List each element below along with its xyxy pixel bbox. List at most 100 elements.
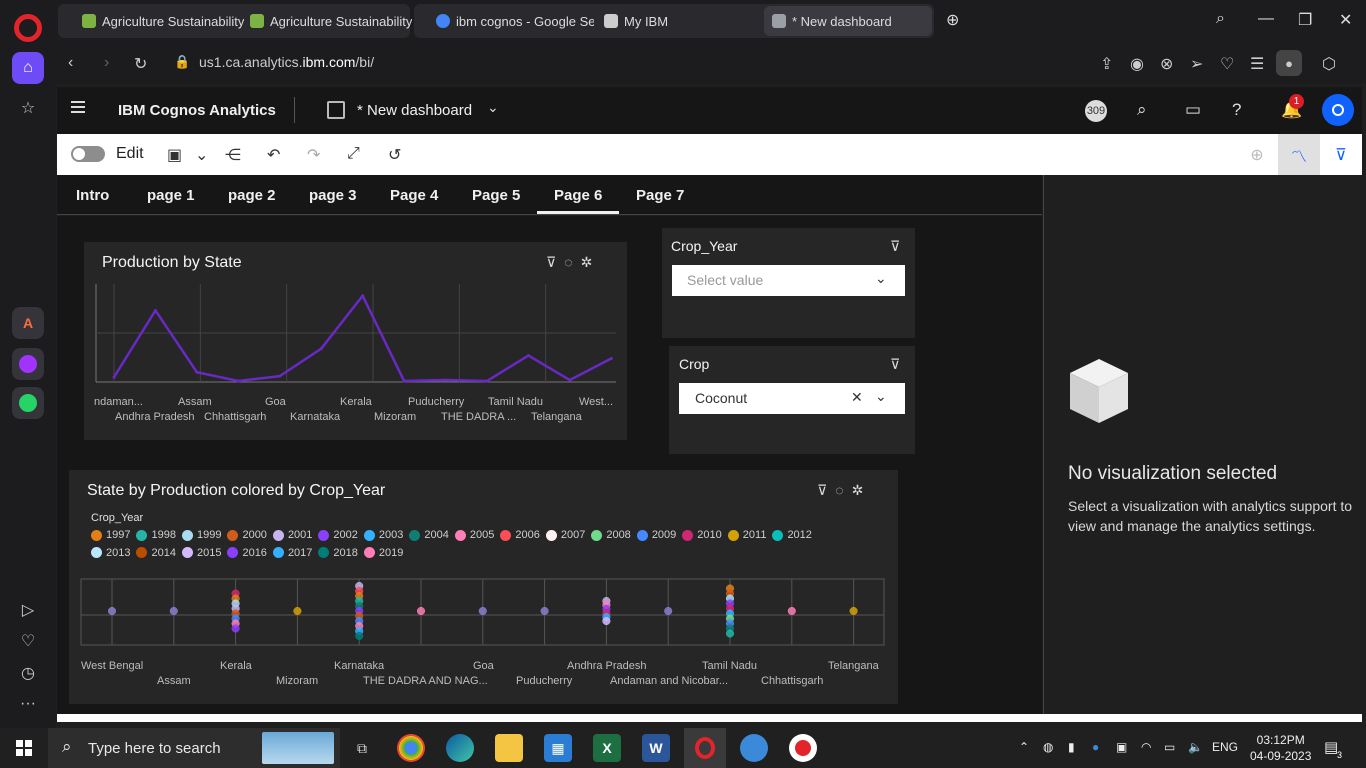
tab-intro[interactable]: Intro: [76, 187, 109, 204]
empty-state-description: Select a visualization with analytics su…: [1068, 498, 1353, 534]
windows-start-icon[interactable]: [16, 740, 32, 756]
dashboard-title[interactable]: * New dashboard: [357, 102, 472, 119]
redo-icon[interactable]: ↷: [307, 145, 320, 165]
tab-page-4[interactable]: Page 4: [390, 187, 438, 204]
zoom-icon[interactable]: ⊕: [1236, 134, 1278, 175]
history-icon[interactable]: ◷: [12, 657, 44, 689]
chat-icon[interactable]: ▭: [1185, 100, 1201, 120]
save-menu-chevron-icon[interactable]: ⌄: [195, 145, 208, 165]
filter-icon[interactable]: ⊽: [890, 356, 908, 373]
edge-icon[interactable]: [446, 734, 474, 762]
menu-icon[interactable]: [71, 101, 85, 115]
browser-tab[interactable]: ibm cognos - Google Sear: [428, 6, 594, 36]
vpn-icon[interactable]: ●: [1092, 740, 1099, 754]
edit-toggle[interactable]: [71, 146, 105, 162]
extensions-icon[interactable]: ⬡: [1322, 54, 1336, 74]
wifi-icon[interactable]: ◠: [1141, 740, 1151, 754]
clear-icon[interactable]: ✕: [851, 389, 863, 406]
horizontal-scrollbar[interactable]: [57, 714, 1362, 722]
tab-page-5[interactable]: Page 5: [472, 187, 520, 204]
production-by-state-widget[interactable]: Production by State ⊽◌✲ ndaman... Assam …: [84, 242, 627, 440]
tab-page-2[interactable]: page 2: [228, 187, 276, 204]
scatter-point: [355, 631, 364, 641]
close-window-icon[interactable]: ✕: [1339, 10, 1352, 30]
whatsapp-icon[interactable]: [12, 387, 44, 419]
share-icon[interactable]: ⇪: [1100, 54, 1113, 74]
user-avatar-icon[interactable]: [1322, 94, 1354, 126]
opera-taskbar-icon[interactable]: [684, 728, 726, 768]
browser-tab[interactable]: My IBM: [596, 6, 756, 36]
browser-tab-active[interactable]: * New dashboard: [764, 6, 932, 36]
store-icon[interactable]: ▦: [544, 734, 572, 762]
state-by-production-widget[interactable]: State by Production colored by Crop_Year…: [69, 470, 898, 704]
x-tick-label: Karnataka: [334, 660, 385, 672]
x-tick-label: Andaman and Nicobar...: [610, 675, 729, 687]
crop-year-select[interactable]: Select value ⌄: [672, 265, 905, 296]
scatter-point: [540, 606, 549, 616]
easy-setup-icon[interactable]: ☰: [1250, 54, 1264, 74]
heart-icon[interactable]: ♡: [12, 625, 44, 657]
player-icon[interactable]: ▷: [12, 594, 44, 626]
browser-tab[interactable]: Agriculture Sustainability: [242, 6, 412, 36]
crop-filter-widget[interactable]: Crop ⊽ Coconut ✕ ⌄: [669, 346, 915, 454]
network-app-icon[interactable]: [740, 734, 768, 762]
share-icon[interactable]: ⋲: [225, 145, 241, 165]
recorder-icon[interactable]: [789, 734, 817, 762]
browser-tab[interactable]: Agriculture Sustainability: [74, 6, 244, 36]
filter-icon[interactable]: ⊽: [890, 238, 908, 255]
edit-label: Edit: [116, 145, 144, 162]
chevron-down-icon[interactable]: ⌄: [487, 99, 499, 116]
x-tick-label: Tamil Nadu: [702, 660, 758, 672]
reset-icon[interactable]: ↺: [388, 145, 401, 165]
clock[interactable]: 03:12PM 04-09-2023: [1250, 732, 1311, 764]
send-icon[interactable]: ➢: [1190, 54, 1203, 74]
save-icon[interactable]: ▣: [167, 145, 182, 165]
more-icon[interactable]: ···: [12, 688, 44, 720]
count-badge[interactable]: 309: [1085, 100, 1107, 122]
adblock-icon[interactable]: ⊗: [1160, 54, 1173, 74]
chevron-down-icon[interactable]: ⌄: [875, 388, 887, 405]
crop-year-filter-widget[interactable]: Crop_Year ⊽ Select value ⌄: [662, 228, 915, 338]
search-icon[interactable]: ⌕: [1137, 100, 1147, 120]
camera-tray-icon[interactable]: ◍: [1043, 740, 1053, 754]
word-icon[interactable]: W: [642, 734, 670, 762]
star-icon[interactable]: ☆: [12, 92, 44, 124]
task-view-icon[interactable]: ⧉: [348, 734, 376, 762]
analytics-icon[interactable]: 〽: [1278, 134, 1320, 175]
reload-icon[interactable]: ↻: [134, 54, 147, 74]
home-icon[interactable]: ⌂: [12, 52, 44, 84]
volume-icon[interactable]: 🔈: [1188, 740, 1203, 754]
search-tabs-icon[interactable]: ⌕: [1216, 10, 1225, 28]
crop-select[interactable]: Coconut ✕ ⌄: [679, 383, 905, 414]
url-field[interactable]: us1.ca.analytics.ibm.com/bi/: [199, 54, 374, 70]
filter-icon[interactable]: ⊽: [1320, 134, 1362, 175]
profile-icon[interactable]: ●: [1276, 50, 1302, 76]
new-tab-icon[interactable]: ⊕: [946, 10, 959, 30]
language-indicator[interactable]: ENG: [1212, 740, 1238, 754]
back-icon[interactable]: ‹: [68, 54, 73, 72]
scatter-point: [849, 606, 858, 616]
tab-page-7[interactable]: Page 7: [636, 187, 684, 204]
messenger-icon[interactable]: [12, 348, 44, 380]
opera-logo-icon[interactable]: [14, 14, 42, 42]
microphone-icon[interactable]: ▮: [1068, 740, 1075, 754]
excel-icon[interactable]: X: [593, 734, 621, 762]
tray-expand-icon[interactable]: ⌃: [1019, 740, 1029, 754]
fullscreen-icon[interactable]: ⤢: [347, 145, 360, 163]
aria-icon[interactable]: A: [12, 307, 44, 339]
help-icon[interactable]: ?: [1232, 100, 1241, 120]
battery-icon[interactable]: ▭: [1164, 740, 1175, 754]
tab-page-3[interactable]: page 3: [309, 187, 357, 204]
tab-page-6[interactable]: Page 6: [554, 187, 602, 204]
display-icon[interactable]: ▣: [1116, 740, 1127, 754]
maximize-icon[interactable]: ❐: [1298, 10, 1312, 30]
chrome-icon[interactable]: [397, 734, 425, 762]
undo-icon[interactable]: ↶: [267, 145, 280, 165]
forward-icon[interactable]: ›: [104, 54, 109, 72]
filter-title: Crop: [679, 356, 710, 372]
camera-icon[interactable]: ◉: [1130, 54, 1144, 74]
bookmark-heart-icon[interactable]: ♡: [1220, 54, 1234, 74]
minimize-icon[interactable]: —: [1258, 10, 1274, 28]
tab-page-1[interactable]: page 1: [147, 187, 195, 204]
file-explorer-icon[interactable]: [495, 734, 523, 762]
